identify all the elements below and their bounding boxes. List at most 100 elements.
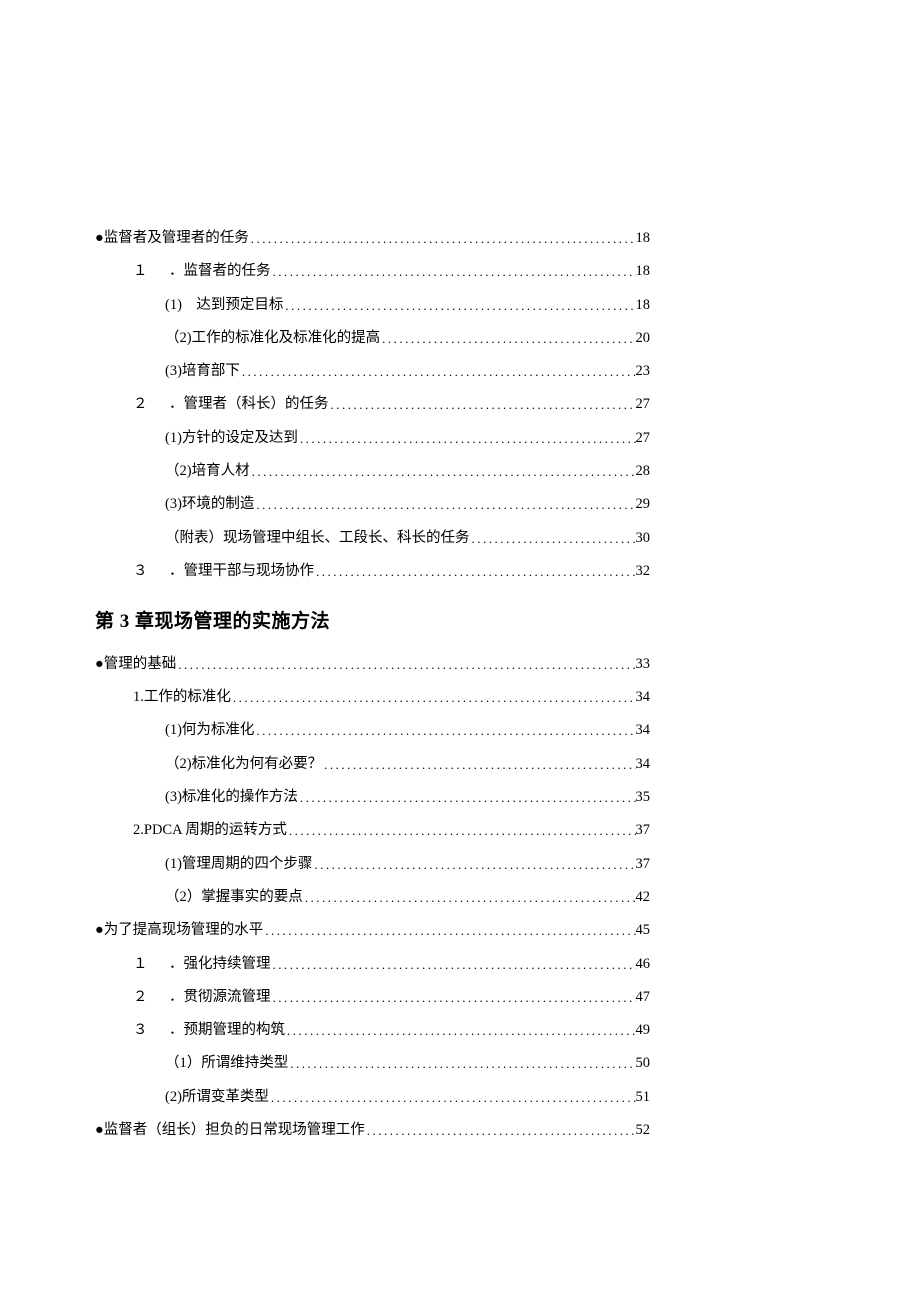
toc-entry: ２．贯彻源流管理................................… (95, 987, 650, 1007)
toc-entry-page: 49 (636, 1020, 651, 1040)
toc-entry-page: 18 (636, 295, 651, 315)
toc-entry-label: ３．管理干部与现场协作 (133, 561, 314, 581)
toc-entry: （2)培育人材.................................… (95, 461, 650, 481)
toc-leader-dots: ........................................… (322, 756, 635, 774)
toc-entry-page: 34 (636, 720, 651, 740)
toc-entry-label: (3)培育部下 (165, 361, 240, 381)
toc-entry-page: 33 (636, 654, 651, 674)
chapter-heading: 第 3 章现场管理的实施方法 (95, 609, 650, 636)
toc-leader-dots: ........................................… (470, 530, 636, 548)
toc-entry-label: （2)标准化为何有必要？ (165, 754, 322, 774)
toc-entry-page: 46 (636, 954, 651, 974)
toc-entry-label: (3)环境的制造 (165, 494, 254, 514)
toc-entry: (2)所谓变革类型...............................… (95, 1087, 650, 1107)
toc-entry-label: (1)方针的设定及达到 (165, 428, 298, 448)
toc-leader-dots: ........................................… (312, 856, 635, 874)
toc-entry-label: ３．预期管理的构筑 (133, 1020, 285, 1040)
toc-entry-page: 23 (636, 361, 651, 381)
toc-entry-page: 18 (636, 261, 651, 281)
toc-entry-page: 34 (636, 687, 651, 707)
toc-leader-dots: ........................................… (271, 956, 636, 974)
toc-entry-page: 37 (636, 854, 651, 874)
toc-entry: 2.PDCA 周期的运转方式..........................… (95, 820, 650, 840)
toc-entry-label: ●监督者及管理者的任务 (95, 228, 249, 248)
toc-entry: (1)方针的设定及达到.............................… (95, 428, 650, 448)
toc-leader-dots: ........................................… (254, 496, 635, 514)
toc-entry: (3)环境的制造................................… (95, 494, 650, 514)
toc-entry-label: ●管理的基础 (95, 654, 176, 674)
toc-leader-dots: ........................................… (176, 656, 635, 674)
toc-leader-dots: ........................................… (271, 263, 636, 281)
toc-entry-label: （2)工作的标准化及标准化的提高 (165, 328, 380, 348)
toc-entry-label: １．监督者的任务 (133, 261, 271, 281)
toc-entry-label: (2)所谓变革类型 (165, 1087, 269, 1107)
toc-leader-dots: ........................................… (314, 563, 636, 581)
toc-leader-dots: ........................................… (263, 922, 635, 940)
toc-entry-page: 47 (636, 987, 651, 1007)
toc-entry-page: 18 (636, 228, 651, 248)
toc-entry-label: ２．管理者（科长）的任务 (133, 394, 329, 414)
toc-entry: （2)工作的标准化及标准化的提高........................… (95, 328, 650, 348)
toc-leader-dots: ........................................… (298, 430, 636, 448)
toc-leader-dots: ........................................… (283, 297, 635, 315)
toc-leader-dots: ........................................… (254, 722, 635, 740)
toc-entry-label: １．强化持续管理 (133, 954, 271, 974)
toc-entry-page: 42 (636, 887, 651, 907)
toc-leader-dots: ........................................… (380, 330, 635, 348)
toc-entry-page: 51 (636, 1087, 651, 1107)
toc-entry: （2）掌握事实的要点..............................… (95, 887, 650, 907)
toc-entry-label: (1)管理周期的四个步骤 (165, 854, 312, 874)
toc-leader-dots: ........................................… (269, 1089, 636, 1107)
toc-leader-dots: ........................................… (303, 889, 636, 907)
toc-leader-dots: ........................................… (285, 1022, 636, 1040)
toc-entry-page: 50 (636, 1053, 651, 1073)
toc-entry-page: 45 (636, 920, 651, 940)
toc-entry-label: ２．贯彻源流管理 (133, 987, 271, 1007)
toc-entry: (3)培育部下.................................… (95, 361, 650, 381)
toc-entry-page: 52 (636, 1120, 651, 1140)
toc-leader-dots: ........................................… (240, 363, 636, 381)
toc-entry: ●监督者（组长）担负的日常现场管理工作.....................… (95, 1120, 650, 1140)
toc-leader-dots: ........................................… (288, 1055, 635, 1073)
toc-entry: １．监督者的任务................................… (95, 261, 650, 281)
toc-entry-page: 20 (636, 328, 651, 348)
toc-entry-label: （2）掌握事实的要点 (165, 887, 303, 907)
toc-entry-page: 32 (636, 561, 651, 581)
toc-leader-dots: ........................................… (365, 1122, 636, 1140)
toc-entry: ３．预期管理的构筑...............................… (95, 1020, 650, 1040)
toc-entry-page: 35 (636, 787, 651, 807)
toc-entry-page: 30 (636, 528, 651, 548)
toc-entry-page: 28 (636, 461, 651, 481)
toc-entry-label: ●为了提高现场管理的水平 (95, 920, 263, 940)
toc-leader-dots: ........................................… (298, 789, 636, 807)
toc-entry-page: 27 (636, 428, 651, 448)
toc-entry: 1.工作的标准化................................… (95, 687, 650, 707)
toc-entry-label: (3)标准化的操作方法 (165, 787, 298, 807)
toc-leader-dots: ........................................… (329, 396, 636, 414)
toc-entry: (1)管理周期的四个步骤............................… (95, 854, 650, 874)
toc-leader-dots: ........................................… (271, 989, 636, 1007)
toc-entry-label: (1) 达到预定目标 (165, 295, 283, 315)
toc-entry-page: 34 (636, 754, 651, 774)
toc-leader-dots: ........................................… (250, 463, 636, 481)
toc-entry: (1) 达到预定目标..............................… (95, 295, 650, 315)
toc-entry-label: （1）所谓维持类型 (165, 1053, 288, 1073)
toc-entry: ●监督者及管理者的任务.............................… (95, 228, 650, 248)
toc-entry-label: （2)培育人材 (165, 461, 250, 481)
toc-leader-dots: ........................................… (249, 230, 636, 248)
toc-entry-label: 1.工作的标准化 (133, 687, 231, 707)
toc-leader-dots: ........................................… (287, 822, 636, 840)
toc-container: ●监督者及管理者的任务.............................… (95, 228, 650, 1140)
toc-entry: ●为了提高现场管理的水平............................… (95, 920, 650, 940)
toc-entry-page: 27 (636, 394, 651, 414)
toc-entry: (3)标准化的操作方法.............................… (95, 787, 650, 807)
toc-entry-label: (1)何为标准化 (165, 720, 254, 740)
toc-entry: （2)标准化为何有必要？............................… (95, 754, 650, 774)
toc-entry: (1)何为标准化................................… (95, 720, 650, 740)
toc-entry-label: ●监督者（组长）担负的日常现场管理工作 (95, 1120, 365, 1140)
toc-entry-label: （附表）现场管理中组长、工段长、科长的任务 (165, 528, 470, 548)
toc-entry: （附表）现场管理中组长、工段长、科长的任务...................… (95, 528, 650, 548)
toc-entry: ３．管理干部与现场协作.............................… (95, 561, 650, 581)
toc-entry: ●管理的基础..................................… (95, 654, 650, 674)
toc-entry-label: 2.PDCA 周期的运转方式 (133, 820, 287, 840)
